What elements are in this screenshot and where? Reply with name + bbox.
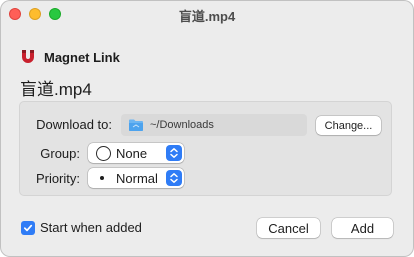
magnet-header: Magnet Link [20, 47, 120, 67]
priority-label: Priority: [35, 171, 80, 186]
download-to-label: Download to: [36, 117, 112, 132]
priority-popup-button[interactable]: Normal [88, 168, 184, 188]
change-location-button[interactable]: Change... [316, 116, 381, 135]
priority-value: Normal [116, 170, 158, 186]
circle-icon [95, 145, 111, 161]
priority-icon-wrap [88, 168, 114, 188]
group-popup-button[interactable]: None [88, 143, 184, 163]
add-button[interactable]: Add [332, 218, 393, 238]
group-icon-wrap [88, 143, 114, 163]
group-label: Group: [40, 146, 80, 161]
cancel-button[interactable]: Cancel [257, 218, 320, 238]
download-path-text: ~/Downloads [150, 119, 214, 131]
magnet-icon [22, 50, 34, 63]
title-bar[interactable]: 盲道.mp4 [0, 0, 414, 28]
add-torrent-window: 盲道.mp4 Magnet Link 盲道.mp4 Download to: ~… [0, 0, 414, 257]
file-name: 盲道.mp4 [20, 80, 92, 99]
folder-icon [129, 119, 143, 131]
start-when-added-label[interactable]: Start when added [40, 220, 142, 235]
header-title: Magnet Link [44, 49, 120, 65]
group-value: None [116, 145, 148, 161]
chevron-up-down-icon [166, 170, 182, 186]
chevron-up-down-icon [166, 145, 182, 161]
download-path-field: ~/Downloads [121, 114, 307, 136]
dot-icon [100, 176, 104, 180]
window-title: 盲道.mp4 [178, 9, 236, 24]
checkmark-icon [23, 224, 33, 232]
start-when-added-checkbox[interactable] [21, 221, 35, 235]
